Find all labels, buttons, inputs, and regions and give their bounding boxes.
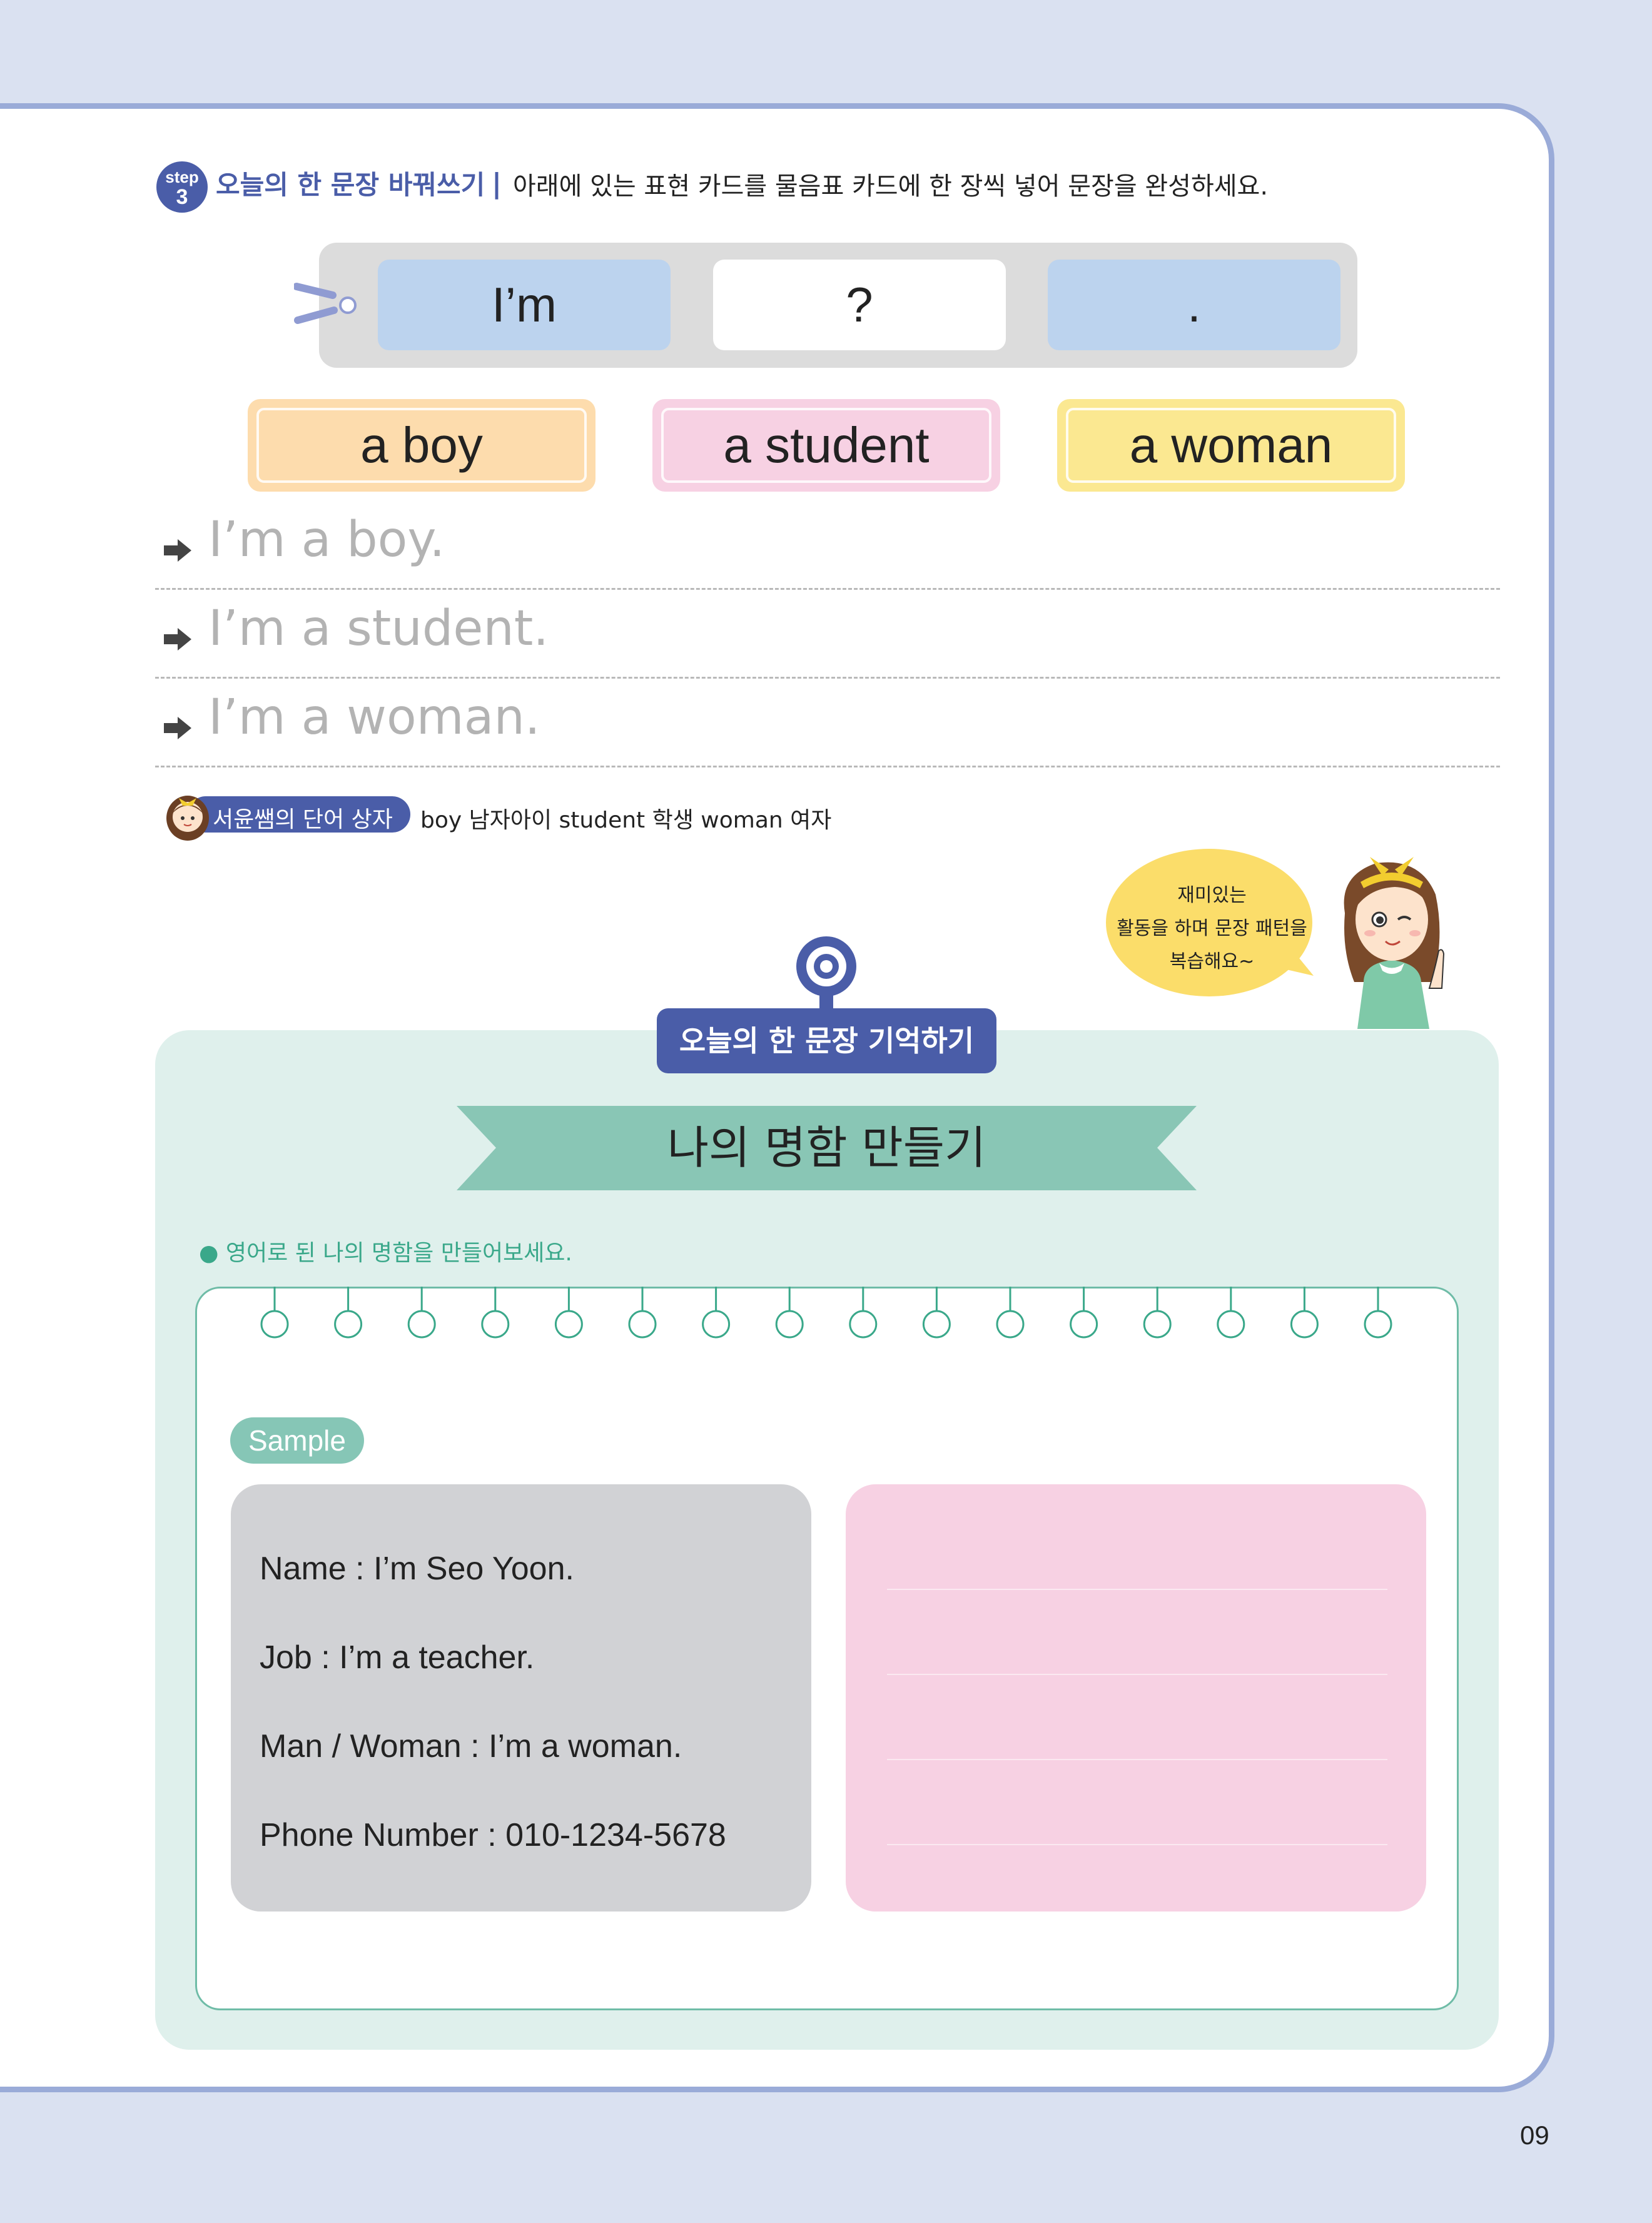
paper-clip-icon (294, 283, 357, 324)
binder-ring-icon (334, 1287, 363, 1339)
word-box-label: 서윤쌤의 단어 상자 (213, 807, 393, 833)
binder-ring-icon (554, 1287, 583, 1339)
writing-line[interactable] (887, 1589, 1387, 1590)
sentence-start-card: I’m (378, 260, 671, 350)
arrow-right-icon (164, 539, 191, 562)
teacher-character-illustration (1344, 857, 1445, 1029)
binder-ring-icon (996, 1287, 1025, 1339)
writing-line[interactable] (887, 1759, 1387, 1760)
binder-ring-icon (1143, 1287, 1172, 1339)
writing-line[interactable] (887, 1674, 1387, 1675)
binder-ring-icon (628, 1287, 657, 1339)
sample-line: Man / Woman : I’m a woman. (260, 1728, 682, 1765)
arrow-right-icon (164, 717, 191, 739)
binder-ring-icon (922, 1287, 951, 1339)
step-badge: step 3 (156, 161, 208, 213)
binder-ring-icon (775, 1287, 804, 1339)
sample-line: Job : I’m a teacher. (260, 1639, 535, 1676)
notebook-rings (260, 1287, 1392, 1339)
binder-ring-icon (481, 1287, 510, 1339)
binder-ring-icon (849, 1287, 878, 1339)
binder-ring-icon (260, 1287, 289, 1339)
title-separator: | (492, 168, 502, 200)
speech-bubble-text: 재미있는 활동을 하며 문장 패턴을 복습해요~ (1117, 884, 1307, 973)
sentence-end-card: . (1048, 260, 1340, 350)
question-card[interactable]: ? (713, 260, 1006, 350)
binder-ring-icon (407, 1287, 436, 1339)
answer-line[interactable]: I’m a woman. (155, 678, 1500, 767)
memory-section-tag: 오늘의 한 문장 기억하기 (657, 1008, 996, 1073)
expression-card-student[interactable]: a student (652, 399, 1000, 492)
pin-icon (796, 936, 856, 1013)
page-number: 09 (1520, 2120, 1549, 2150)
expression-card-woman[interactable]: a woman (1057, 399, 1405, 492)
arrow-right-icon (164, 628, 191, 651)
binder-ring-icon (1290, 1287, 1319, 1339)
sample-line: Name : I’m Seo Yoon. (260, 1551, 574, 1587)
writing-line[interactable] (887, 1844, 1387, 1845)
binder-ring-icon (1070, 1287, 1098, 1339)
my-business-card[interactable] (846, 1484, 1426, 1912)
binder-ring-icon (702, 1287, 731, 1339)
sample-line: Phone Number : 010-1234-5678 (260, 1817, 726, 1853)
binder-ring-icon (1217, 1287, 1245, 1339)
expression-card-boy[interactable]: a boy (248, 399, 595, 492)
activity-instruction: ● 영어로 된 나의 명함을 만들어보세요. (199, 1240, 572, 1266)
answer-line[interactable]: I’m a student. (155, 589, 1500, 679)
sample-label: Sample (230, 1417, 364, 1464)
teacher-avatar-icon (166, 796, 209, 841)
binder-ring-icon (1364, 1287, 1392, 1339)
ribbon-title: 나의 명함 만들기 (667, 1122, 986, 1174)
step-instruction: 아래에 있는 표현 카드를 물음표 카드에 한 장씩 넣어 문장을 완성하세요. (513, 172, 1269, 201)
word-box-words: boy 남자아이 student 학생 woman 여자 (420, 808, 832, 833)
step-title: 오늘의 한 문장 바꿔쓰기 (216, 170, 485, 200)
answer-line[interactable]: I’m a boy. (155, 500, 1500, 590)
